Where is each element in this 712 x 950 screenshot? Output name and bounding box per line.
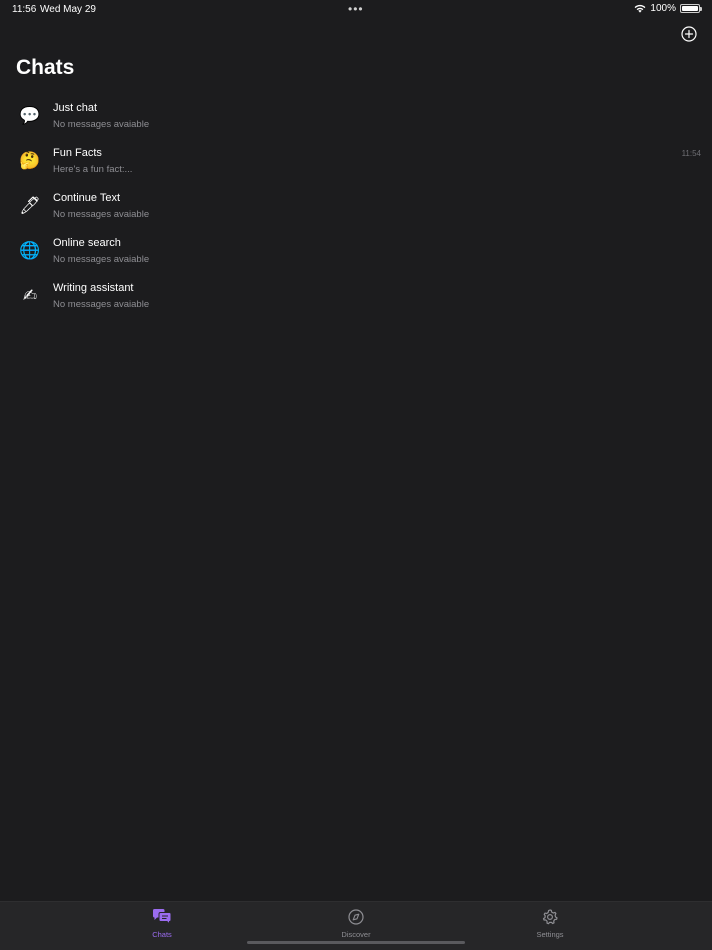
tab-label: Chats (152, 930, 172, 939)
chat-item-writing-assistant[interactable]: ✍ Writing assistant No messages avaiable (0, 275, 712, 320)
chat-item-continue-text[interactable]: 🖊 Continue Text No messages avaiable (0, 185, 712, 230)
status-time: 11:56 (12, 4, 37, 15)
chat-name: Online search (53, 237, 121, 249)
chat-name: Just chat (53, 102, 98, 114)
battery-percentage: 100% (650, 3, 676, 14)
thinking-face-icon: 🤔 (19, 151, 41, 170)
status-date: Wed May 29 (40, 4, 96, 15)
chat-name: Fun Facts (53, 147, 102, 159)
speech-balloon-icon: 💬 (19, 106, 41, 125)
add-chat-button[interactable] (681, 26, 697, 42)
chat-item-fun-facts[interactable]: 🤔 Fun Facts Here's a fun fact:... 11:54 (0, 140, 712, 185)
writing-hand-icon: ✍ (22, 286, 38, 305)
tab-label: Discover (341, 930, 371, 939)
wifi-icon (635, 4, 646, 13)
chat-bubbles-icon (153, 909, 172, 926)
tab-discover[interactable]: Discover (316, 908, 396, 942)
chat-preview: No messages avaiable (53, 119, 150, 130)
multitasking-dots-icon[interactable]: ••• (348, 2, 364, 16)
status-bar: 11:56 Wed May 29 ••• 100% (0, 0, 712, 18)
chat-preview: No messages avaiable (53, 254, 150, 265)
status-indicators: 100% (634, 3, 702, 14)
gear-icon (542, 909, 558, 925)
tab-label: Settings (536, 930, 564, 939)
tab-chats[interactable]: Chats (122, 908, 202, 942)
app-screen: 11:56 Wed May 29 ••• 100% Chats 💬 Just c… (0, 0, 712, 950)
chat-item-online-search[interactable]: 🌐 Online search No messages avaiable (0, 230, 712, 275)
chat-item-just-chat[interactable]: 💬 Just chat No messages avaiable (0, 95, 712, 140)
chat-preview: No messages avaiable (53, 299, 150, 310)
tab-settings[interactable]: Settings (510, 908, 590, 942)
chat-list: 💬 Just chat No messages avaiable 🤔 Fun F… (0, 95, 712, 320)
chat-name: Continue Text (53, 192, 121, 204)
chat-preview: No messages avaiable (53, 209, 150, 220)
pen-icon: 🖊 (19, 196, 41, 215)
home-indicator[interactable] (247, 941, 465, 944)
compass-icon (348, 909, 364, 925)
chat-time: 11:54 (681, 149, 701, 158)
globe-icon: 🌐 (19, 241, 41, 260)
battery-icon (680, 4, 702, 13)
chat-preview: Here's a fun fact:... (53, 164, 133, 175)
chat-name: Writing assistant (53, 282, 134, 294)
page-title: Chats (16, 56, 75, 79)
